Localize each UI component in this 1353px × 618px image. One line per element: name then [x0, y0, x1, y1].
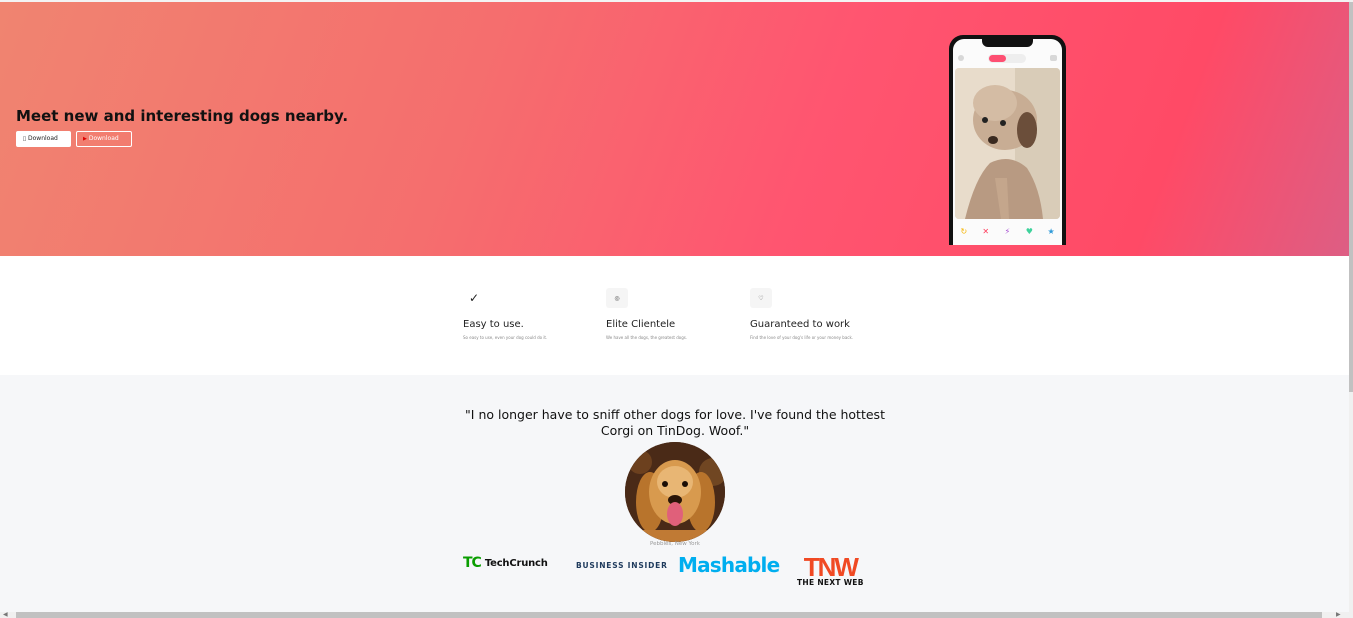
testimonial-quote: "I no longer have to sniff other dogs fo…: [465, 407, 885, 438]
feature-text: Find the love of your dog's life or your…: [750, 335, 854, 340]
user-icon: [958, 55, 964, 61]
swipe-actions: ↻ ✕ ⚡ ♥ ★: [953, 224, 1062, 238]
google-play-download-button[interactable]: ▶ Download: [76, 131, 132, 147]
features-section: ✓ Easy to use. So easy to use, even your…: [0, 256, 1349, 375]
tnw-subtitle: THE NEXT WEB: [797, 578, 864, 587]
star-icon[interactable]: ★: [1044, 227, 1058, 236]
check-circle-icon: ✓: [468, 291, 480, 305]
phone-top-bar: [953, 52, 1062, 64]
business-insider-logo: BUSINESS INSIDER: [576, 561, 668, 570]
google-play-icon: ▶: [83, 136, 87, 142]
testimonial-caption: Pebbles, New York: [650, 541, 700, 547]
vertical-scrollbar[interactable]: [1349, 0, 1353, 612]
vertical-scrollbar-thumb[interactable]: [1349, 2, 1353, 392]
hero-title: Meet new and interesting dogs nearby.: [16, 107, 349, 125]
techcrunch-mark: TC: [463, 555, 482, 571]
mashable-logo: Mashable: [678, 553, 780, 577]
google-play-download-label: Download: [88, 135, 119, 142]
techcrunch-logo: TC TechCrunch: [463, 555, 548, 571]
flame-toggle: [988, 54, 1026, 63]
horizontal-scrollbar-thumb[interactable]: [16, 612, 1322, 618]
scroll-right-arrow-icon[interactable]: ▶: [1336, 612, 1341, 618]
close-icon[interactable]: ✕: [979, 227, 993, 236]
techcrunch-wordmark: TechCrunch: [484, 557, 548, 569]
feature-guaranteed: ♡ Guaranteed to work Find the love of yo…: [750, 288, 890, 340]
bolt-icon[interactable]: ⚡: [1000, 227, 1014, 236]
feature-elite: ◎ Elite Clientele We have all the dogs, …: [606, 288, 746, 340]
feature-text: So easy to use, even your dog could do i…: [463, 335, 548, 340]
feature-title: Easy to use.: [463, 319, 524, 330]
tnw-mark: TNW: [803, 552, 859, 582]
hero-section: Meet new and interesting dogs nearby.  …: [0, 2, 1349, 256]
tnw-logo: TNW THE NEXT WEB: [797, 554, 864, 587]
testimonial-section: "I no longer have to sniff other dogs fo…: [0, 375, 1349, 612]
feature-text: We have all the dogs, the greatest dogs.: [606, 335, 688, 340]
heart-icon[interactable]: ♥: [1022, 227, 1036, 236]
dog-avatar: [625, 442, 725, 542]
feature-title: Guaranteed to work: [750, 319, 850, 330]
flame-icon: [989, 55, 1006, 62]
apple-download-label: Download: [25, 135, 58, 142]
poodle-illustration: [955, 68, 1060, 219]
undo-icon[interactable]: ↻: [957, 227, 971, 236]
apple-icon: : [23, 132, 26, 146]
golden-retriever-illustration: [625, 442, 725, 542]
apple-download-button[interactable]:  Download: [16, 131, 71, 147]
phone-notch: [982, 39, 1033, 47]
feature-easy: ✓ Easy to use. So easy to use, even your…: [463, 288, 603, 340]
horizontal-scrollbar[interactable]: ◀ ▶: [0, 612, 1353, 618]
phone-screen: ↻ ✕ ⚡ ♥ ★: [953, 39, 1062, 245]
dog-profile-photo: [955, 68, 1060, 219]
phone-mockup: ↻ ✕ ⚡ ♥ ★: [949, 35, 1066, 245]
chat-icon: [1050, 55, 1057, 61]
scroll-left-arrow-icon[interactable]: ◀: [3, 612, 8, 618]
bullseye-icon: ◎: [606, 288, 628, 308]
feature-title: Elite Clientele: [606, 319, 676, 330]
page: Meet new and interesting dogs nearby.  …: [0, 0, 1353, 618]
heart-icon: ♡: [750, 288, 772, 308]
